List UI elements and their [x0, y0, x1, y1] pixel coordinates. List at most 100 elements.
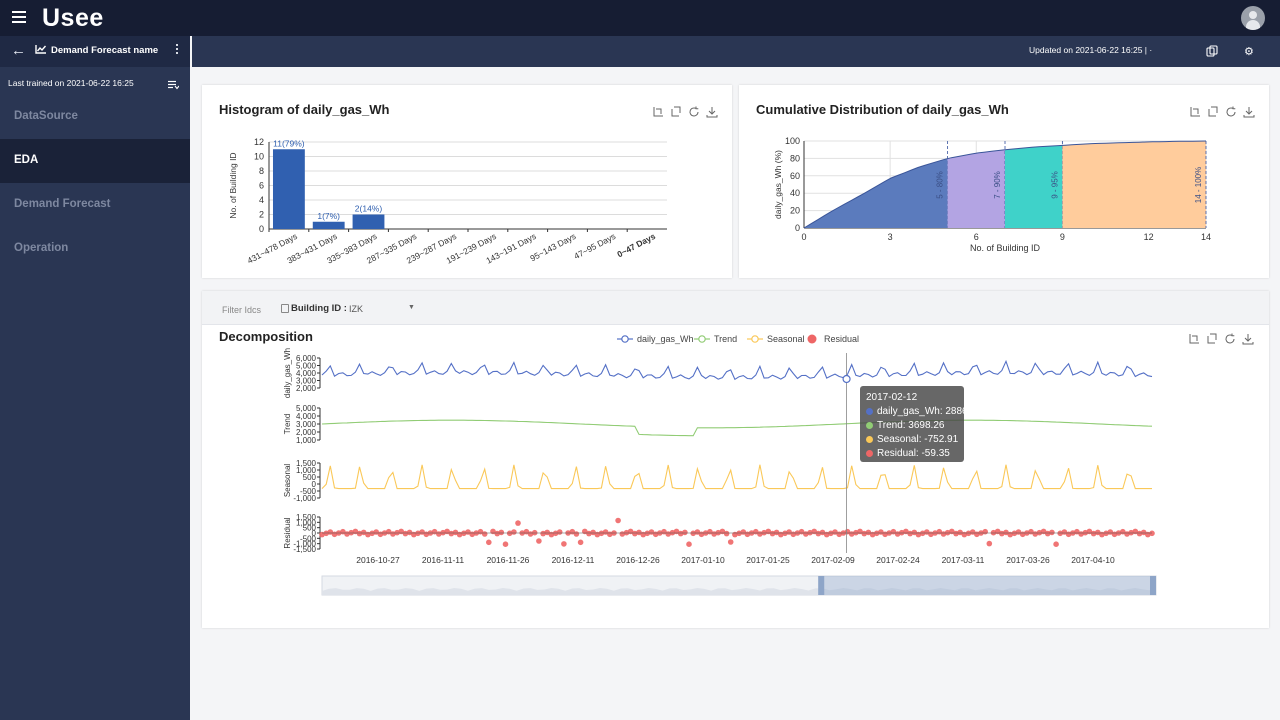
- legend-marker: [807, 334, 817, 344]
- y-axis-label: No. of Building ID: [228, 152, 238, 218]
- x-tick-label: 14: [1201, 232, 1211, 242]
- y-tick-label: 100: [785, 136, 800, 146]
- residual-point: [561, 541, 567, 547]
- y-axis-label: Seasonal: [283, 464, 292, 498]
- x-axis-label: No. of Building ID: [970, 243, 1041, 253]
- last-trained-text: Last trained on 2021-06-22 16:25: [8, 78, 134, 88]
- x-tick-label: 2016-10-27: [356, 555, 400, 565]
- y-tick-label: 0: [259, 224, 264, 234]
- y-tick-label: 2: [259, 210, 264, 220]
- y-tick-label: 20: [790, 206, 800, 216]
- residual-point: [986, 540, 993, 547]
- y-tick-label: 8: [259, 166, 264, 176]
- app-logo: Usee: [42, 4, 104, 32]
- residual-point: [723, 530, 730, 537]
- x-tick-label: 6: [974, 232, 979, 242]
- nav-item-demand-forecast[interactable]: Demand Forecast: [0, 183, 190, 227]
- forecast-header: ← Demand Forecast name: [0, 36, 190, 67]
- legend-marker: [751, 335, 759, 343]
- residual-point: [682, 529, 688, 536]
- y-tick-label: 12: [254, 137, 264, 147]
- segment-label: 14 - 100%: [1194, 167, 1203, 203]
- residual-point: [511, 529, 517, 535]
- menu-icon[interactable]: [12, 11, 26, 23]
- y-axis-label: Residual: [283, 517, 292, 548]
- residual-point: [727, 539, 734, 545]
- residual-point: [982, 528, 988, 535]
- data-zoom-handle-left[interactable]: [818, 576, 825, 595]
- x-tick-label: 2017-03-11: [942, 555, 985, 565]
- y-tick-label: 6,000: [296, 354, 317, 363]
- x-tick-label: 2017-04-10: [1071, 555, 1115, 565]
- nav-item-eda[interactable]: EDA: [0, 139, 190, 183]
- bar-data-label: 2(14%): [355, 204, 383, 214]
- user-avatar-icon[interactable]: [1241, 6, 1265, 30]
- bar-data-label: 11(79%): [273, 138, 305, 148]
- tooltip-date: 2017-02-12: [866, 391, 918, 403]
- kebab-icon[interactable]: [176, 44, 179, 56]
- legend-label: Residual: [824, 334, 859, 344]
- decomposition-chart: daily_gas_Wh Trend Seasonal Residual 2,0003,…: [283, 334, 1157, 596]
- sub-header-bar: Updated on 2021-06-22 16:25 | · ⚙: [192, 36, 1280, 67]
- tooltip-value: Seasonal: -752.91: [877, 433, 959, 445]
- segment-label: 9 - 95%: [1050, 171, 1059, 199]
- chart-line-icon: [35, 45, 47, 54]
- list-filter-icon[interactable]: [168, 80, 179, 90]
- histogram-card: Histogram of daily_gas_Wh 0 2 4 6 8 10 12 No. o…: [202, 85, 732, 278]
- bar-data-label: 1(7%): [317, 211, 340, 221]
- x-tick-label: 2016-12-26: [616, 555, 660, 565]
- x-tick-label: 12: [1144, 232, 1154, 242]
- sidebar: ← Demand Forecast name Last trained on 2…: [0, 36, 190, 720]
- residual-point: [481, 531, 488, 537]
- x-tick-label: 2017-01-10: [681, 555, 725, 565]
- x-tick-label: 47~95 Days: [572, 231, 617, 261]
- segment-label: 5 - 80%: [936, 171, 945, 199]
- back-arrow-icon[interactable]: ←: [11, 42, 26, 59]
- x-tick-label: 3: [888, 232, 893, 242]
- x-tick-label: 2017-01-25: [746, 555, 790, 565]
- tooltip-row: Trend: 3698.26: [866, 418, 958, 432]
- histogram-chart: 024681012No. of Building ID11(79%)431~47…: [228, 137, 667, 266]
- tooltip-row: Seasonal: -752.91: [866, 432, 958, 446]
- y-tick-label: 1,500: [296, 459, 317, 468]
- residual-point: [1049, 529, 1055, 536]
- data-zoom-handle-right[interactable]: [1150, 576, 1156, 595]
- nav-item-operation[interactable]: Operation: [0, 227, 190, 271]
- nav-label: Demand Forecast: [14, 198, 111, 210]
- bar: [312, 221, 345, 229]
- x-tick-label: 2017-02-24: [876, 555, 920, 565]
- legend-label: Trend: [714, 334, 737, 344]
- residual-point: [536, 538, 542, 544]
- y-tick-label: 10: [254, 152, 264, 162]
- y-tick-label: 60: [790, 171, 800, 181]
- x-tick-label: 0: [801, 232, 806, 242]
- residual-point: [498, 529, 505, 536]
- forecast-name: Demand Forecast name: [51, 45, 159, 56]
- y-tick-label: 1,500: [296, 513, 317, 522]
- main-content: Histogram of daily_gas_Wh 0 2 4 6 8 10 12 No. o…: [192, 67, 1280, 720]
- tooltip-value: Trend: 3698.26: [877, 419, 945, 431]
- x-tick-label: 0~47 Days: [615, 231, 657, 260]
- y-tick-label: 0: [795, 223, 800, 233]
- series-line: [321, 419, 1153, 437]
- residual-point: [1053, 541, 1059, 547]
- x-tick-label: 2016-11-26: [487, 555, 530, 565]
- tooltip-row: daily_gas_Wh: 2886: [866, 404, 968, 418]
- nav-item-datasource[interactable]: DataSource: [0, 95, 190, 139]
- tooltip-row: Residual: -59.35: [866, 446, 958, 460]
- segment-label: 7 - 90%: [993, 171, 1002, 199]
- y-axis-label: Trend: [283, 414, 292, 435]
- bar: [272, 149, 305, 229]
- series-line: [321, 464, 1152, 490]
- data-zoom-selection: [818, 576, 1156, 595]
- residual-point: [686, 541, 692, 547]
- top-bar: Usee: [0, 0, 1280, 36]
- legend-label: daily_gas_Wh: [637, 334, 694, 344]
- area-segment: [1062, 141, 1206, 228]
- copy-icon[interactable]: [1206, 45, 1218, 57]
- residual-point: [615, 517, 621, 524]
- y-tick-label: 1,000: [296, 436, 317, 445]
- residual-point: [486, 539, 492, 546]
- gear-icon[interactable]: ⚙: [1244, 45, 1254, 58]
- x-tick-label: 2017-03-26: [1006, 555, 1050, 565]
